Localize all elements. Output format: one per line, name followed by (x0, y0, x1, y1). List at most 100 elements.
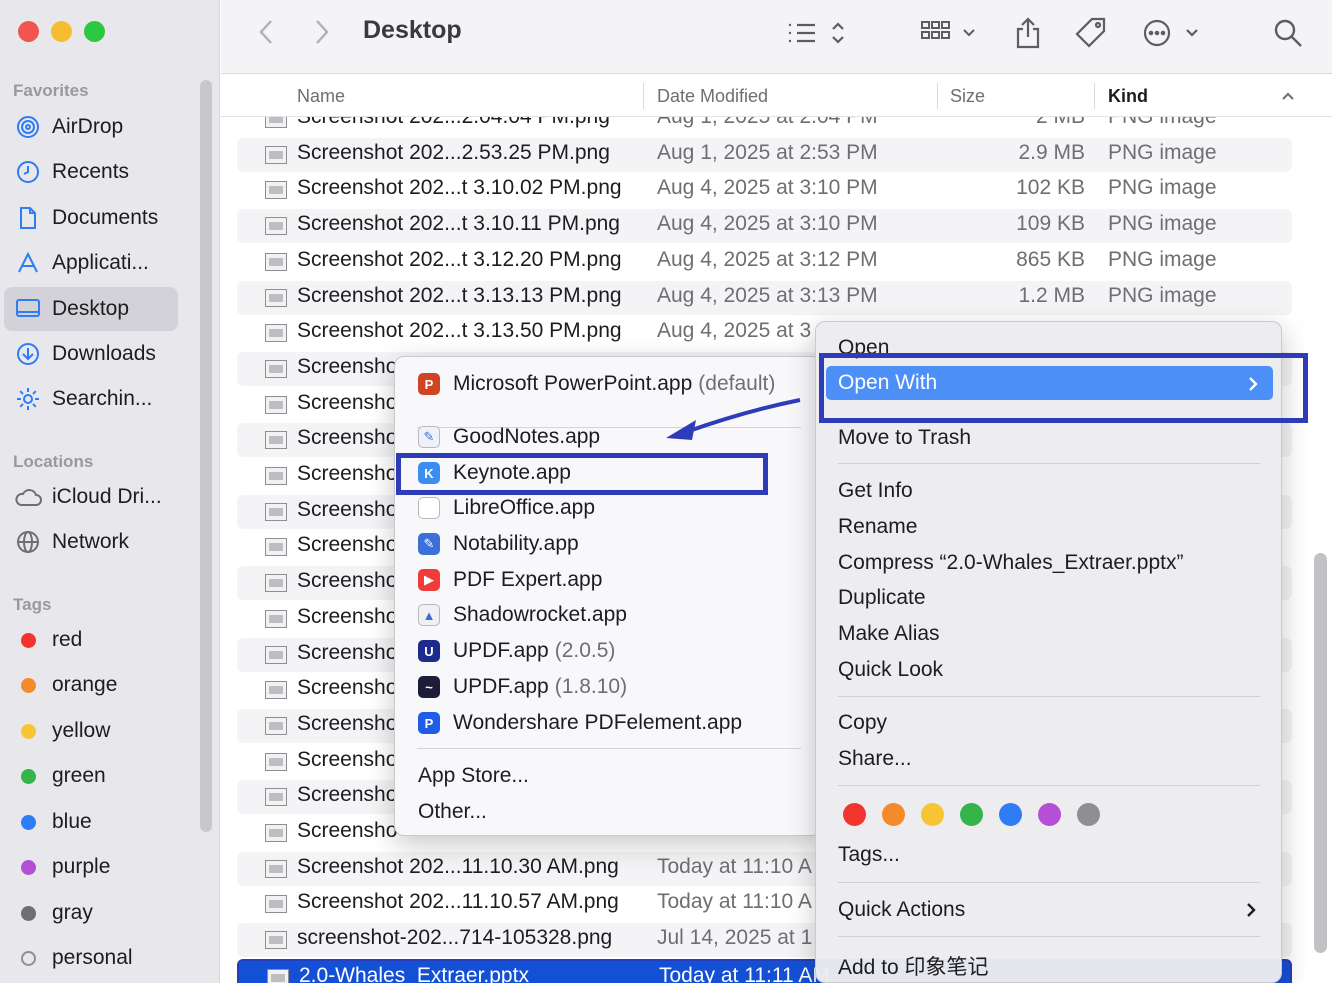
sidebar-item-airdrop[interactable]: AirDrop (4, 105, 178, 149)
app-version-note: (2.0.5) (554, 639, 616, 662)
column-name-header[interactable]: Name (297, 86, 345, 107)
open-with-app-item[interactable]: LibreOffice.app (418, 492, 595, 524)
sidebar-item-applications[interactable]: Applicati... (4, 241, 178, 285)
sidebar-item-label: AirDrop (52, 115, 124, 138)
quick-look-menu-item[interactable]: Quick Look (838, 658, 943, 682)
action-button[interactable] (1141, 14, 1203, 52)
blue-tag-color-button[interactable] (999, 803, 1022, 826)
file-row[interactable]: Screenshot 202...t 3.10.11 PM.png Aug 4, … (237, 209, 1292, 244)
file-thumbnail-icon (265, 931, 287, 950)
favorites-section-title: Favorites (13, 81, 89, 100)
sidebar-tag-yellow[interactable]: yellow (4, 709, 178, 753)
sidebar-tag-personal[interactable]: personal (4, 936, 178, 980)
column-divider[interactable] (937, 83, 938, 109)
yellow-tag-color-button[interactable] (921, 803, 944, 826)
other-menu-item[interactable]: Other... (418, 800, 487, 824)
tag-icon (1075, 17, 1106, 48)
zoom-window-button[interactable] (84, 21, 105, 42)
sidebar-tag-blue[interactable]: blue (4, 800, 178, 844)
sidebar-tag-orange[interactable]: orange (4, 663, 178, 707)
column-kind-header[interactable]: Kind (1108, 86, 1148, 107)
view-options-button[interactable] (783, 16, 849, 50)
sidebar-item-icloud-drive[interactable]: iCloud Dri... (4, 475, 178, 519)
sidebar-item-label: yellow (52, 719, 111, 742)
sidebar-item-label: Searchin... (52, 387, 153, 410)
column-date-header[interactable]: Date Modified (657, 86, 768, 107)
search-button[interactable] (1269, 14, 1307, 52)
file-name: Screensho (297, 711, 398, 735)
sidebar-item-network[interactable]: Network (4, 520, 178, 564)
sidebar-item-searching[interactable]: Searchin... (4, 377, 178, 421)
column-size-header[interactable]: Size (950, 86, 985, 107)
rename-menu-item[interactable]: Rename (838, 515, 917, 539)
notability-icon: ✎ (418, 533, 440, 555)
make-alias-menu-item[interactable]: Make Alias (838, 622, 940, 646)
applications-icon (4, 251, 52, 275)
app-store-menu-item[interactable]: App Store... (418, 764, 529, 788)
open-with-app-item[interactable]: ~ UPDF.app (1.8.10) (418, 671, 627, 703)
tags-menu-item[interactable]: Tags... (838, 843, 900, 867)
file-kind: PNG image (1108, 212, 1217, 236)
file-thumbnail-icon (265, 145, 287, 164)
gray-tag-color-button[interactable] (1077, 803, 1100, 826)
file-name: Screensho (297, 819, 398, 842)
file-list-scrollbar[interactable] (1314, 553, 1327, 953)
sidebar-scrollbar[interactable] (200, 80, 212, 832)
share-menu-item[interactable]: Share... (838, 747, 912, 771)
move-to-trash-menu-item[interactable]: Move to Trash (838, 426, 971, 450)
file-name: Screenshot 202...t 3.10.02 PM.png (297, 176, 622, 200)
app-name: GoodNotes.app (453, 425, 601, 448)
get-info-menu-item[interactable]: Get Info (838, 479, 913, 503)
file-date-modified: Jul 14, 2025 at 1 (657, 926, 813, 950)
sidebar-tag-red[interactable]: red (4, 618, 178, 662)
chevron-left-icon (259, 20, 272, 44)
sort-ascending-icon[interactable] (1281, 91, 1295, 101)
purple-tag-color-button[interactable] (1038, 803, 1061, 826)
back-button[interactable] (249, 14, 283, 50)
share-button[interactable] (1009, 14, 1047, 52)
file-name: 2.0-Whales_Extraer.pptx (299, 963, 529, 983)
open-with-app-item[interactable]: ✎ Notability.app (418, 528, 579, 560)
green-tag-color-button[interactable] (960, 803, 983, 826)
open-with-app-item[interactable]: ▶ PDF Expert.app (418, 564, 602, 596)
sidebar-item-recents[interactable]: Recents (4, 150, 178, 194)
file-size: 102 KB (1016, 176, 1085, 200)
file-name: Screenshot 202...t 3.13.50 PM.png (297, 319, 622, 343)
copy-menu-item[interactable]: Copy (838, 711, 887, 735)
duplicate-menu-item[interactable]: Duplicate (838, 586, 926, 610)
compress-menu-item[interactable]: Compress “2.0-Whales_Extraer.pptx” (838, 551, 1183, 575)
menu-separator (417, 748, 801, 749)
tag-button[interactable] (1071, 14, 1111, 52)
file-thumbnail-icon (265, 788, 287, 807)
red-tag-color-button[interactable] (843, 803, 866, 826)
file-row[interactable]: Screenshot 202...t 3.10.02 PM.png Aug 4, … (237, 173, 1292, 207)
open-with-app-item[interactable]: ▲ Shadowrocket.app (418, 599, 627, 631)
close-window-button[interactable] (18, 21, 39, 42)
file-row[interactable]: Screenshot 202...t 3.13.13 PM.png Aug 4, … (237, 280, 1292, 315)
sidebar-item-label: Documents (52, 206, 159, 229)
sidebar-item-downloads[interactable]: Downloads (4, 332, 178, 376)
minimize-window-button[interactable] (51, 21, 72, 42)
sidebar-item-desktop[interactable]: Desktop (4, 287, 178, 331)
open-with-app-item[interactable]: P Wondershare PDFelement.app (418, 707, 742, 739)
sidebar-tag-purple[interactable]: purple (4, 845, 178, 889)
open-with-app-item[interactable]: ✎ GoodNotes.app (418, 421, 600, 453)
file-row[interactable]: Screenshot 202...2.04.04 PM.png Aug 1, 20… (237, 117, 1292, 136)
file-row[interactable]: Screenshot 202...t 3.12.20 PM.png Aug 4, … (237, 245, 1292, 279)
file-row[interactable]: Screenshot 202...2.53.25 PM.png Aug 1, 20… (237, 137, 1292, 172)
open-with-app-item[interactable]: U UPDF.app (2.0.5) (418, 635, 615, 667)
orange-tag-color-button[interactable] (882, 803, 905, 826)
forward-button[interactable] (305, 14, 339, 50)
app-name: PDF Expert.app (453, 568, 603, 591)
quick-actions-menu-item[interactable]: Quick Actions (838, 898, 965, 922)
sidebar-item-label: Desktop (52, 297, 130, 320)
list-view-icon (789, 22, 844, 44)
sidebar-item-documents[interactable]: Documents (4, 196, 178, 240)
add-to-evernote-menu-item[interactable]: Add to 印象笔记 (838, 951, 989, 981)
group-by-button[interactable] (919, 16, 981, 50)
column-divider[interactable] (1094, 83, 1095, 109)
column-divider[interactable] (643, 83, 644, 109)
sidebar-tag-gray[interactable]: gray (4, 891, 178, 935)
sidebar-tag-green[interactable]: green (4, 754, 178, 798)
gray-tag-dot-icon (20, 905, 36, 921)
